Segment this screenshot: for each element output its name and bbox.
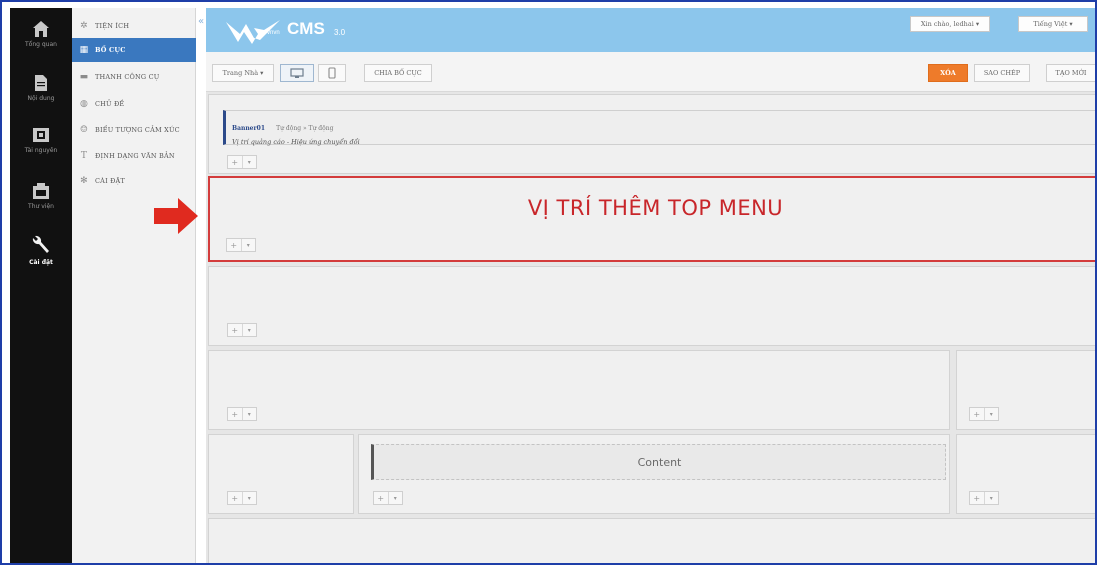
copy-button[interactable]: SAO CHÉP bbox=[974, 64, 1030, 82]
layout-icon: ▦ bbox=[79, 45, 89, 55]
emoticon-icon: ☺ bbox=[79, 125, 89, 135]
settings-menu: ✲ TIỆN ÍCH ▦ BỐ CỤC ▬ THANH CÔNG CỤ ◍ CH… bbox=[72, 8, 196, 563]
add-widget-button[interactable]: + bbox=[970, 492, 984, 504]
row-menu-button[interactable]: ▾ bbox=[983, 408, 999, 420]
user-dropdown[interactable]: Xin chào, ledhai ▾ bbox=[910, 16, 990, 32]
app-window: Tổng quan Nội dung Tài nguyên Thư viện C… bbox=[0, 0, 1097, 565]
theme-icon: ◍ bbox=[79, 99, 89, 109]
pointer-arrow-icon bbox=[154, 198, 198, 234]
menu-item-theme[interactable]: ◍ CHỦ ĐỀ bbox=[72, 92, 196, 116]
row-menu-button[interactable]: ▾ bbox=[983, 492, 999, 504]
toolbar-icon: ▬ bbox=[79, 72, 89, 82]
mobile-icon bbox=[328, 67, 336, 79]
menu-item-label: CÀI ĐẶT bbox=[95, 177, 125, 185]
top-header: vnvn CMS 3.0 Xin chào, ledhai ▾ Tiếng Vi… bbox=[206, 8, 1095, 52]
layout-row-top-menu[interactable]: VỊ TRÍ THÊM TOP MENU + ▾ bbox=[208, 176, 1095, 262]
desktop-view-button[interactable] bbox=[280, 64, 314, 82]
content-widget[interactable]: Content bbox=[371, 444, 946, 480]
language-dropdown[interactable]: Tiếng Việt ▾ bbox=[1018, 16, 1088, 32]
layout-canvas: Banner01 Tự động » Tự động Vị trí quảng … bbox=[206, 92, 1095, 563]
rail-item-settings[interactable]: Cài đặt bbox=[10, 234, 72, 266]
layout-column[interactable]: + ▾ bbox=[956, 350, 1095, 430]
menu-item-emoticons[interactable]: ☺ BIỂU TƯỢNG CẢM XÚC bbox=[72, 118, 196, 142]
menu-item-settings[interactable]: ✻ CÀI ĐẶT bbox=[72, 169, 196, 193]
top-menu-annotation: VỊ TRÍ THÊM TOP MENU bbox=[527, 196, 784, 220]
row-menu-button[interactable]: ▾ bbox=[241, 324, 257, 336]
text-format-icon: T bbox=[80, 151, 88, 161]
layout-row[interactable] bbox=[208, 518, 1095, 563]
widgets-icon: ✲ bbox=[80, 21, 88, 31]
desktop-icon bbox=[290, 67, 304, 78]
layout-row[interactable]: + ▾ bbox=[208, 266, 1095, 346]
collapse-menu-button[interactable]: « bbox=[198, 16, 204, 27]
rail-item-content[interactable]: Nội dung bbox=[10, 74, 72, 102]
cms-logo: vnvn CMS 3.0 bbox=[224, 16, 364, 46]
create-new-button[interactable]: TẠO MỚI bbox=[1046, 64, 1095, 82]
banner-description: Vị trí quảng cáo - Hiệu ứng chuyển đổi bbox=[232, 138, 360, 146]
delete-button[interactable]: XÓA bbox=[928, 64, 968, 82]
row-controls[interactable]: + ▾ bbox=[226, 238, 256, 252]
row-controls[interactable]: + ▾ bbox=[373, 491, 403, 505]
row-controls[interactable]: + ▾ bbox=[227, 407, 257, 421]
banner-meta: Tự động » Tự động bbox=[276, 125, 334, 132]
rail-item-label: Thư viện bbox=[28, 203, 54, 210]
row-menu-button[interactable]: ▾ bbox=[241, 492, 257, 504]
logo-sub: vnvn bbox=[267, 30, 280, 36]
menu-item-label: CHỦ ĐỀ bbox=[95, 100, 125, 108]
main-nav-rail: Tổng quan Nội dung Tài nguyên Thư viện C… bbox=[10, 8, 72, 563]
layout-column[interactable]: + ▾ bbox=[208, 350, 950, 430]
rail-item-label: Tài nguyên bbox=[24, 147, 58, 154]
layout-toolbar: Trang Nhà ▾ CHIA BỐ CỤC XÓA SAO CHÉP TẠO… bbox=[206, 52, 1095, 92]
logo-version: 3.0 bbox=[334, 28, 346, 37]
resource-icon bbox=[33, 128, 49, 142]
rail-item-label: Tổng quan bbox=[25, 41, 57, 48]
menu-item-label: BIỂU TƯỢNG CẢM XÚC bbox=[95, 126, 180, 134]
document-icon bbox=[35, 75, 47, 91]
layout-row-banner[interactable]: Banner01 Tự động » Tự động Vị trí quảng … bbox=[208, 94, 1095, 174]
menu-item-label: THANH CÔNG CỤ bbox=[95, 73, 160, 81]
rail-item-resources[interactable]: Tài nguyên bbox=[10, 126, 72, 154]
row-controls[interactable]: + ▾ bbox=[227, 323, 257, 337]
row-menu-button[interactable]: ▾ bbox=[387, 492, 403, 504]
banner-name: Banner01 bbox=[232, 125, 266, 132]
row-menu-button[interactable]: ▾ bbox=[241, 408, 257, 420]
menu-item-layout[interactable]: ▦ BỐ CỤC bbox=[72, 38, 196, 62]
rail-item-label: Cài đặt bbox=[29, 259, 53, 266]
add-widget-button[interactable]: + bbox=[374, 492, 388, 504]
wrench-icon bbox=[32, 235, 49, 253]
menu-item-label: BỐ CỤC bbox=[95, 46, 126, 54]
library-icon bbox=[33, 183, 49, 199]
menu-item-text-format[interactable]: T ĐỊNH DẠNG VĂN BẢN bbox=[72, 144, 196, 168]
add-widget-button[interactable]: + bbox=[227, 239, 241, 251]
layout-column[interactable]: + ▾ bbox=[956, 434, 1095, 514]
add-widget-button[interactable]: + bbox=[228, 324, 242, 336]
row-controls[interactable]: + ▾ bbox=[227, 155, 257, 169]
add-widget-button[interactable]: + bbox=[228, 156, 242, 168]
page-select[interactable]: Trang Nhà ▾ bbox=[212, 64, 274, 82]
menu-item-label: ĐỊNH DẠNG VĂN BẢN bbox=[95, 152, 175, 160]
rail-item-library[interactable]: Thư viện bbox=[10, 182, 72, 210]
menu-item-label: TIỆN ÍCH bbox=[95, 22, 130, 30]
split-layout-button[interactable]: CHIA BỐ CỤC bbox=[364, 64, 432, 82]
menu-item-widgets[interactable]: ✲ TIỆN ÍCH bbox=[72, 14, 196, 38]
menu-item-toolbar[interactable]: ▬ THANH CÔNG CỤ bbox=[72, 65, 196, 89]
home-icon bbox=[33, 21, 49, 37]
add-widget-button[interactable]: + bbox=[228, 492, 242, 504]
row-menu-button[interactable]: ▾ bbox=[240, 239, 256, 251]
rail-item-overview[interactable]: Tổng quan bbox=[10, 20, 72, 48]
add-widget-button[interactable]: + bbox=[228, 408, 242, 420]
rail-item-label: Nội dung bbox=[27, 95, 55, 102]
logo-text: CMS bbox=[287, 19, 325, 38]
row-controls[interactable]: + ▾ bbox=[969, 407, 999, 421]
row-controls[interactable]: + ▾ bbox=[227, 491, 257, 505]
settings-icon: ✻ bbox=[80, 176, 88, 186]
layout-column[interactable]: + ▾ bbox=[208, 434, 354, 514]
banner-widget[interactable]: Banner01 Tự động » Tự động Vị trí quảng … bbox=[223, 110, 1095, 146]
add-widget-button[interactable]: + bbox=[970, 408, 984, 420]
row-menu-button[interactable]: ▾ bbox=[241, 156, 257, 168]
mobile-view-button[interactable] bbox=[318, 64, 346, 82]
row-controls[interactable]: + ▾ bbox=[969, 491, 999, 505]
